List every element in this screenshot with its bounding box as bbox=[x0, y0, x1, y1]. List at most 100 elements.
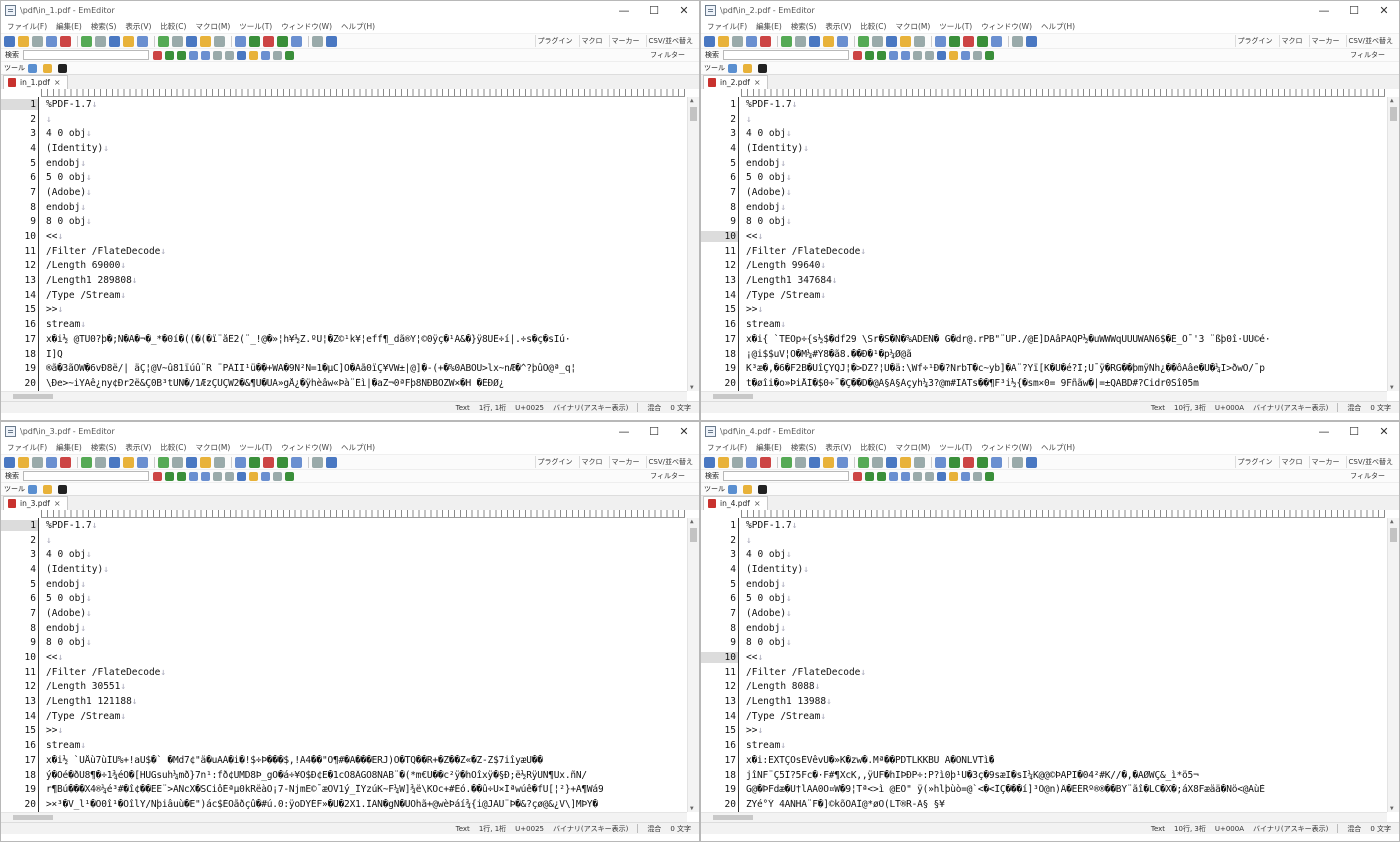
text-editor[interactable]: 1 %PDF-1.7 ↓ 2 ↓ 3 4 0 obj ↓ 4 (Identity) ↓ 5 endobj… bbox=[701, 518, 1399, 812]
toolbar-icon[interactable] bbox=[312, 456, 323, 468]
menu-item-3[interactable]: 表示(V) bbox=[825, 21, 851, 32]
toolbar-menu-3[interactable]: CSV/並べ替え bbox=[645, 35, 695, 47]
toolbar-icon[interactable] bbox=[746, 35, 757, 47]
search-option-icon[interactable] bbox=[261, 50, 270, 60]
search-option-icon[interactable] bbox=[877, 471, 886, 481]
toolbar-icon[interactable] bbox=[949, 456, 960, 468]
tool-icon[interactable] bbox=[758, 484, 767, 494]
title-bar[interactable]: \pdf\in_1.pdf - EmEditor — ☐ ✕ bbox=[1, 1, 699, 20]
search-option-icon[interactable] bbox=[213, 50, 222, 60]
search-input[interactable] bbox=[723, 471, 849, 481]
toolbar-icon[interactable] bbox=[263, 35, 274, 47]
status-encoding[interactable]: バイナリ(アスキー表示) bbox=[1253, 824, 1328, 834]
search-option-icon[interactable] bbox=[153, 50, 162, 60]
menu-item-4[interactable]: 比較(C) bbox=[160, 442, 186, 453]
horizontal-scrollbar[interactable] bbox=[1, 812, 687, 822]
menu-item-7[interactable]: ウィンドウ(W) bbox=[981, 21, 1032, 32]
toolbar-icon[interactable] bbox=[977, 456, 988, 468]
toolbar-icon[interactable] bbox=[732, 456, 743, 468]
close-button[interactable]: ✕ bbox=[1369, 422, 1399, 441]
maximize-button[interactable]: ☐ bbox=[639, 1, 669, 20]
horizontal-scrollbar[interactable] bbox=[1, 391, 687, 401]
toolbar-icon[interactable] bbox=[991, 456, 1002, 468]
toolbar-icon[interactable] bbox=[18, 35, 29, 47]
menu-item-8[interactable]: ヘルプ(H) bbox=[1041, 21, 1075, 32]
toolbar-icon[interactable] bbox=[158, 456, 169, 468]
search-option-icon[interactable] bbox=[237, 50, 246, 60]
toolbar-icon[interactable] bbox=[291, 456, 302, 468]
toolbar-icon[interactable] bbox=[1026, 456, 1037, 468]
status-position[interactable]: 10行, 3桁 bbox=[1174, 403, 1206, 413]
toolbar-icon[interactable] bbox=[277, 35, 288, 47]
menu-item-6[interactable]: ツール(T) bbox=[239, 21, 272, 32]
search-input[interactable] bbox=[723, 50, 849, 60]
search-option-icon[interactable] bbox=[165, 50, 174, 60]
search-option-icon[interactable] bbox=[177, 50, 186, 60]
status-position[interactable]: 10行, 3桁 bbox=[1174, 824, 1206, 834]
tab-close-icon[interactable]: × bbox=[754, 499, 761, 508]
toolbar-menu-2[interactable]: マーカー bbox=[1308, 35, 1342, 47]
toolbar-icon[interactable] bbox=[95, 35, 106, 47]
toolbar-icon[interactable] bbox=[795, 456, 806, 468]
tool-icon[interactable] bbox=[743, 63, 752, 73]
search-option-icon[interactable] bbox=[961, 471, 970, 481]
vertical-scrollbar[interactable]: ▲ ▼ bbox=[1387, 97, 1399, 391]
scroll-thumb[interactable] bbox=[1390, 528, 1397, 542]
toolbar-icon[interactable] bbox=[137, 35, 148, 47]
minimize-button[interactable]: — bbox=[1309, 422, 1339, 441]
toolbar-icon[interactable] bbox=[32, 35, 43, 47]
toolbar-icon[interactable] bbox=[4, 35, 15, 47]
toolbar-icon[interactable] bbox=[4, 456, 15, 468]
menu-item-6[interactable]: ツール(T) bbox=[939, 21, 972, 32]
status-encoding[interactable]: バイナリ(アスキー表示) bbox=[553, 403, 628, 413]
toolbar-icon[interactable] bbox=[109, 456, 120, 468]
search-option-icon[interactable] bbox=[925, 50, 934, 60]
toolbar-icon[interactable] bbox=[263, 456, 274, 468]
toolbar-icon[interactable] bbox=[837, 456, 848, 468]
toolbar-icon[interactable] bbox=[1026, 35, 1037, 47]
menu-item-5[interactable]: マクロ(M) bbox=[895, 442, 930, 453]
toolbar-icon[interactable] bbox=[46, 35, 57, 47]
search-option-icon[interactable] bbox=[853, 50, 862, 60]
toolbar-icon[interactable] bbox=[872, 456, 883, 468]
toolbar-icon[interactable] bbox=[746, 456, 757, 468]
toolbar-menu-2[interactable]: マーカー bbox=[1308, 456, 1342, 468]
search-option-icon[interactable] bbox=[273, 471, 282, 481]
toolbar-icon[interactable] bbox=[1012, 456, 1023, 468]
tab-close-icon[interactable]: × bbox=[54, 78, 61, 87]
search-option-icon[interactable] bbox=[261, 471, 270, 481]
status-mode[interactable]: Text bbox=[456, 825, 470, 833]
toolbar-icon[interactable] bbox=[249, 456, 260, 468]
title-bar[interactable]: \pdf\in_4.pdf - EmEditor — ☐ ✕ bbox=[701, 422, 1399, 441]
tab-close-icon[interactable]: × bbox=[54, 499, 61, 508]
search-option-icon[interactable] bbox=[949, 50, 958, 60]
tool-icon[interactable] bbox=[58, 484, 67, 494]
search-option-icon[interactable] bbox=[177, 471, 186, 481]
menu-item-2[interactable]: 検索(S) bbox=[791, 442, 817, 453]
toolbar-icon[interactable] bbox=[900, 35, 911, 47]
toolbar-icon[interactable] bbox=[781, 456, 792, 468]
text-editor[interactable]: 1 %PDF-1.7 ↓ 2 ↓ 3 4 0 obj ↓ 4 (Identity) ↓ 5 endobj… bbox=[1, 97, 699, 391]
menu-item-2[interactable]: 検索(S) bbox=[91, 21, 117, 32]
toolbar-icon[interactable] bbox=[214, 35, 225, 47]
title-bar[interactable]: \pdf\in_3.pdf - EmEditor — ☐ ✕ bbox=[1, 422, 699, 441]
search-option-icon[interactable] bbox=[853, 471, 862, 481]
toolbar-icon[interactable] bbox=[18, 456, 29, 468]
text-editor[interactable]: 1 %PDF-1.7 ↓ 2 ↓ 3 4 0 obj ↓ 4 (Identity) ↓ 5 endobj… bbox=[701, 97, 1399, 391]
search-option-icon[interactable] bbox=[877, 50, 886, 60]
scroll-up-icon[interactable]: ▲ bbox=[690, 97, 694, 104]
filter-label[interactable]: フィルター bbox=[650, 471, 685, 481]
search-input[interactable] bbox=[23, 471, 149, 481]
status-position[interactable]: 1行, 1桁 bbox=[479, 824, 506, 834]
toolbar-icon[interactable] bbox=[186, 35, 197, 47]
toolbar-icon[interactable] bbox=[963, 456, 974, 468]
filter-label[interactable]: フィルター bbox=[650, 50, 685, 60]
minimize-button[interactable]: — bbox=[609, 1, 639, 20]
scroll-thumb[interactable] bbox=[690, 107, 697, 121]
scroll-down-icon[interactable]: ▼ bbox=[1390, 384, 1394, 391]
menu-item-6[interactable]: ツール(T) bbox=[239, 442, 272, 453]
menu-item-8[interactable]: ヘルプ(H) bbox=[341, 21, 375, 32]
toolbar-icon[interactable] bbox=[249, 35, 260, 47]
tool-icon[interactable] bbox=[58, 63, 67, 73]
toolbar-icon[interactable] bbox=[326, 35, 337, 47]
